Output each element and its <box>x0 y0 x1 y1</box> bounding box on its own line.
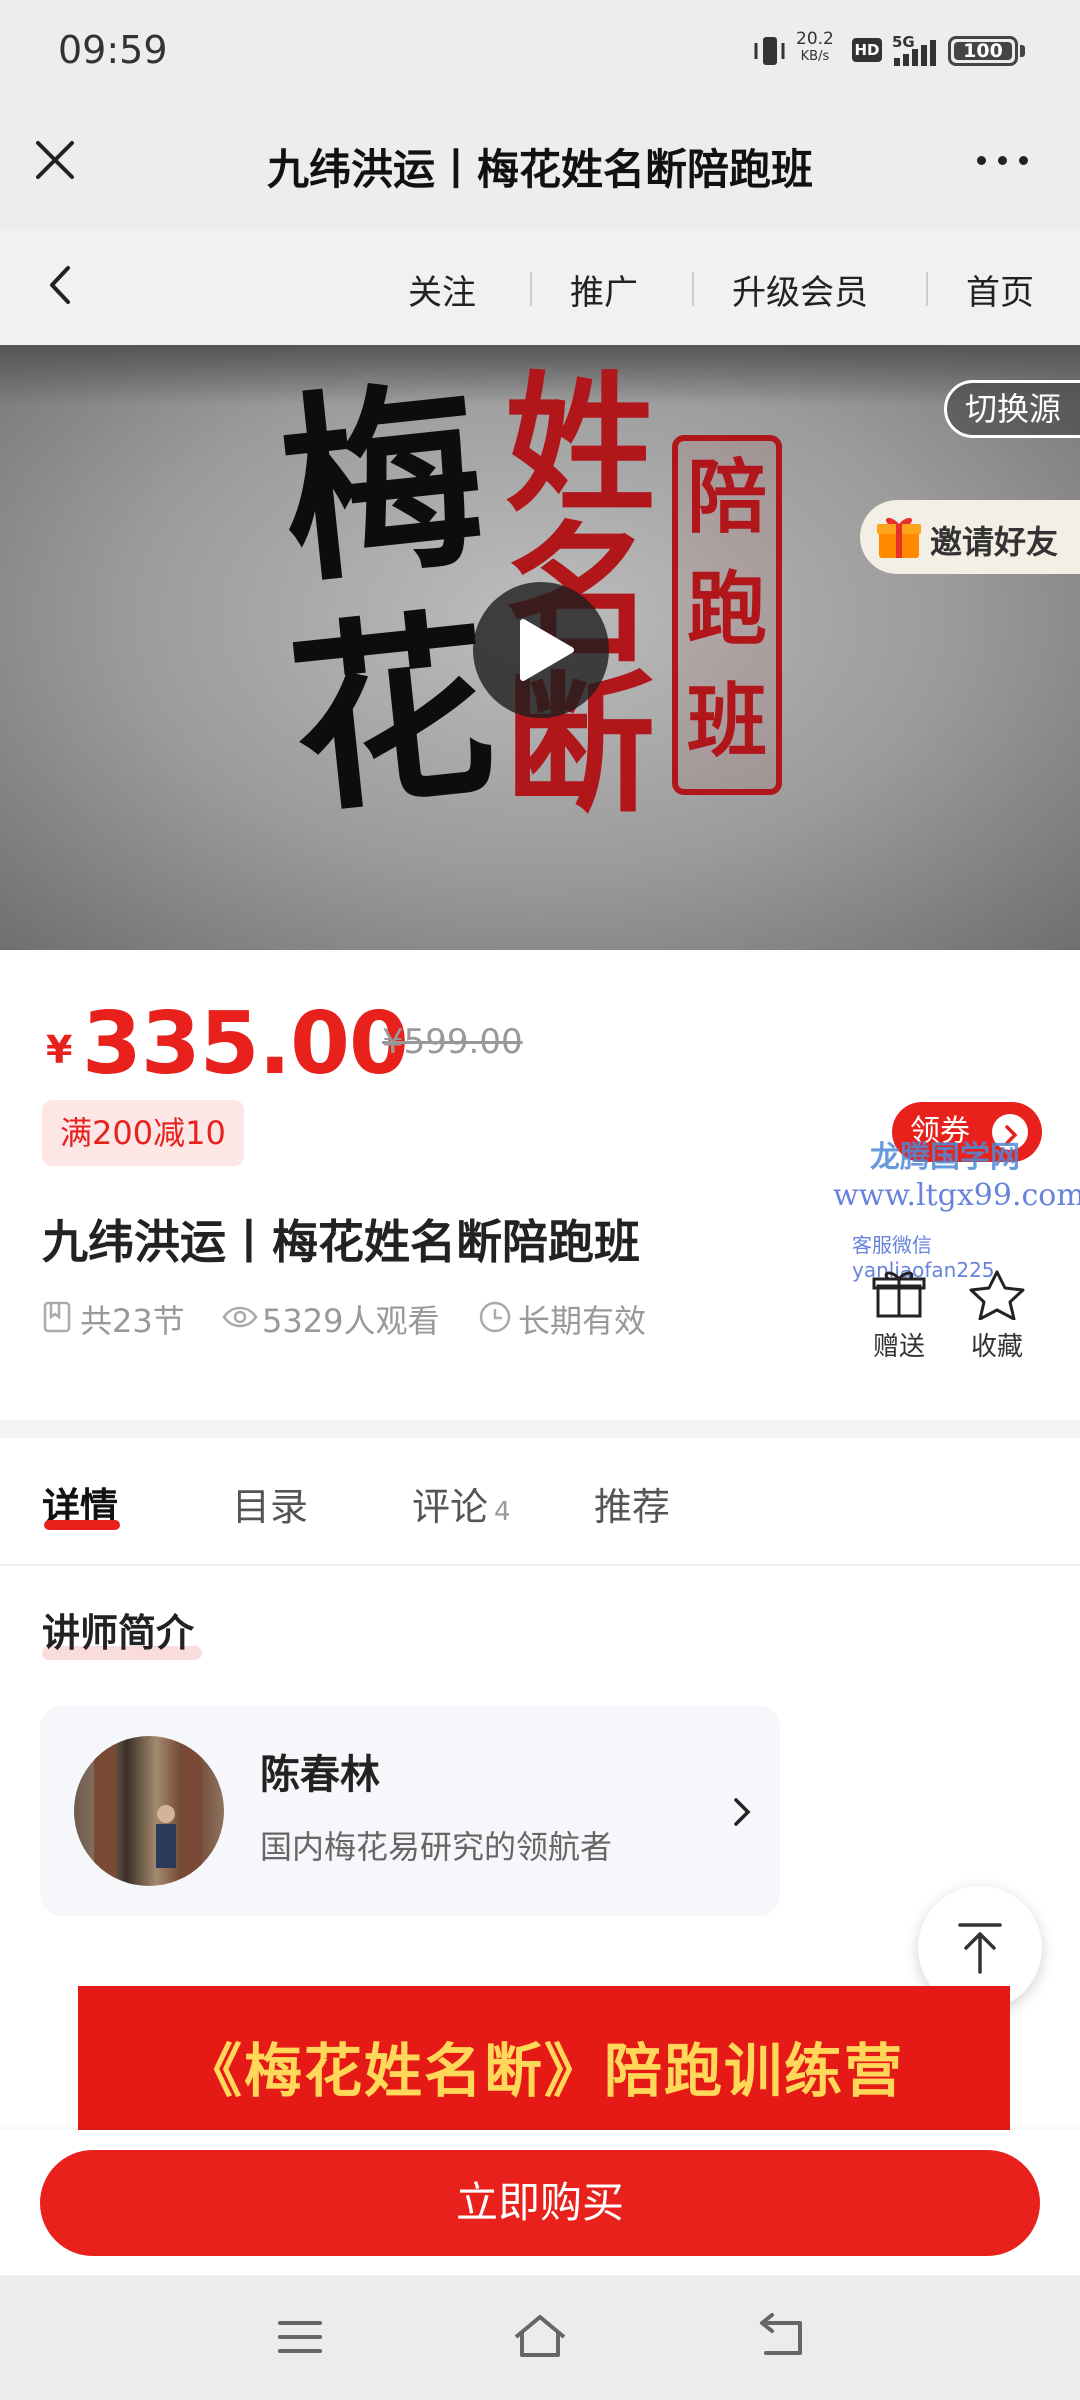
cover-char: 姓 <box>505 357 656 533</box>
page-title: 九纬洪运丨梅花姓名断陪跑班 <box>266 145 813 194</box>
net-speed: 20.2 KB/s <box>796 30 834 66</box>
menu-icon[interactable] <box>276 2317 324 2357</box>
nav-bar: 关注 推广 升级会员 首页 <box>0 230 1080 345</box>
chevron-right-icon <box>734 1798 751 1826</box>
banner-text: 《梅花姓名断》陪跑训练营 <box>183 2037 904 2105</box>
system-nav-bar <box>0 2275 1080 2400</box>
favorite-label: 收藏 <box>970 1332 1023 1362</box>
home-icon[interactable] <box>510 2311 570 2361</box>
close-icon <box>36 141 74 179</box>
eye-icon <box>222 1306 258 1328</box>
switch-source-button[interactable]: 切换源 <box>944 380 1080 438</box>
validity: 长期有效 <box>518 1302 647 1340</box>
details-content: 讲师简介 陈春林 国内梅花易研究的领航者 《梅花姓名断》陪跑训练营 <box>0 1566 1080 2136</box>
back-icon <box>50 266 70 304</box>
price: 335.00 <box>82 994 409 1094</box>
return-icon[interactable] <box>756 2313 806 2361</box>
gift-label: 赠送 <box>872 1332 925 1362</box>
gift-button[interactable]: 赠送 <box>864 1268 934 1368</box>
seal-char: 班 <box>687 674 767 768</box>
battery-tip <box>1020 45 1025 57</box>
gift-icon <box>872 1271 926 1318</box>
comment-count: 4 <box>494 1497 511 1527</box>
star-icon <box>969 1270 1025 1321</box>
invite-label: 邀请好友 <box>930 523 1059 561</box>
cover-char: 花 <box>280 587 504 842</box>
tab-recommend-label: 推荐 <box>594 1485 671 1529</box>
nav-follow[interactable]: 关注 <box>408 265 476 314</box>
tab-recommend[interactable]: 推荐 <box>594 1476 670 1531</box>
vibrate-icon <box>754 37 785 65</box>
discount-tag: 满200减10 <box>42 1100 244 1166</box>
hd-badge: HD <box>852 38 882 62</box>
watermark-text: 龙腾国学网 <box>870 1140 1020 1175</box>
lessons-icon <box>43 1301 71 1333</box>
more-icon <box>977 156 986 165</box>
nav-home[interactable]: 首页 <box>966 265 1034 314</box>
nav-divider <box>530 272 532 306</box>
nav-divider <box>926 272 928 306</box>
lecturer-name: 陈春林 <box>260 1752 380 1798</box>
cover-seal: 陪 跑 班 <box>672 435 782 795</box>
tab-comments-label: 评论 <box>412 1485 489 1529</box>
title-bar: 九纬洪运丨梅花姓名断陪跑班 <box>0 100 1080 230</box>
tab-comments[interactable]: 评论 4 <box>412 1476 511 1531</box>
play-button[interactable] <box>473 582 609 718</box>
watermark-url: www.ltgx99.com <box>833 1178 1080 1213</box>
tab-catalog-label: 目录 <box>232 1485 309 1529</box>
seal-char: 跑 <box>687 562 767 656</box>
back-button[interactable] <box>40 260 80 310</box>
course-banner: 《梅花姓名断》陪跑训练营 <box>78 1986 1010 2136</box>
tab-bar: 详情 目录 评论 4 推荐 <box>0 1438 1080 1566</box>
net-speed-value: 20.2 <box>796 29 834 49</box>
status-time: 09:59 <box>58 28 168 72</box>
signal-icon <box>894 40 938 66</box>
lesson-count: 共23节 <box>80 1302 185 1340</box>
product-title: 九纬洪运丨梅花姓名断陪跑班 <box>42 1215 640 1269</box>
video-player[interactable]: 梅 花 姓 名 断 陪 跑 班 切换源 邀请好友 <box>0 345 1080 950</box>
section-title: 讲师简介 <box>42 1611 195 1655</box>
avatar <box>74 1736 224 1886</box>
close-button[interactable] <box>30 135 80 185</box>
lecturer-description: 国内梅花易研究的领航者 <box>260 1828 613 1866</box>
more-button[interactable] <box>975 150 1035 170</box>
buy-now-button[interactable]: 立即购买 <box>40 2150 1040 2256</box>
lecturer-card[interactable]: 陈春林 国内梅花易研究的领航者 <box>40 1706 780 1916</box>
nav-divider <box>692 272 694 306</box>
play-icon <box>520 619 574 681</box>
favorite-button[interactable]: 收藏 <box>962 1268 1032 1368</box>
net-speed-unit: KB/s <box>800 49 830 64</box>
nav-upgrade-vip[interactable]: 升级会员 <box>732 265 868 314</box>
original-price: ¥599.00 <box>382 1022 523 1062</box>
cover-char: 梅 <box>270 357 494 612</box>
tab-active-indicator <box>44 1520 120 1530</box>
price-currency: ¥ <box>46 1028 73 1072</box>
view-count: 5329人观看 <box>262 1302 440 1340</box>
invite-friends-button[interactable]: 邀请好友 <box>860 500 1080 574</box>
arrow-up-icon <box>958 1923 1002 1974</box>
nav-promote[interactable]: 推广 <box>570 265 638 314</box>
status-bar: 09:59 20.2 KB/s HD 5G 100 <box>0 0 1080 100</box>
seal-char: 陪 <box>687 450 767 544</box>
tab-catalog[interactable]: 目录 <box>232 1476 308 1531</box>
battery-level: 100 <box>954 42 1012 61</box>
gift-icon <box>877 517 921 558</box>
battery-icon: 100 <box>948 36 1018 66</box>
clock-icon <box>479 1301 511 1333</box>
product-info: ¥ 335.00 ¥599.00 满200减10 领券 龙腾国学网 www.lt… <box>0 950 1080 1420</box>
buy-bar: 立即购买 <box>0 2130 1080 2275</box>
